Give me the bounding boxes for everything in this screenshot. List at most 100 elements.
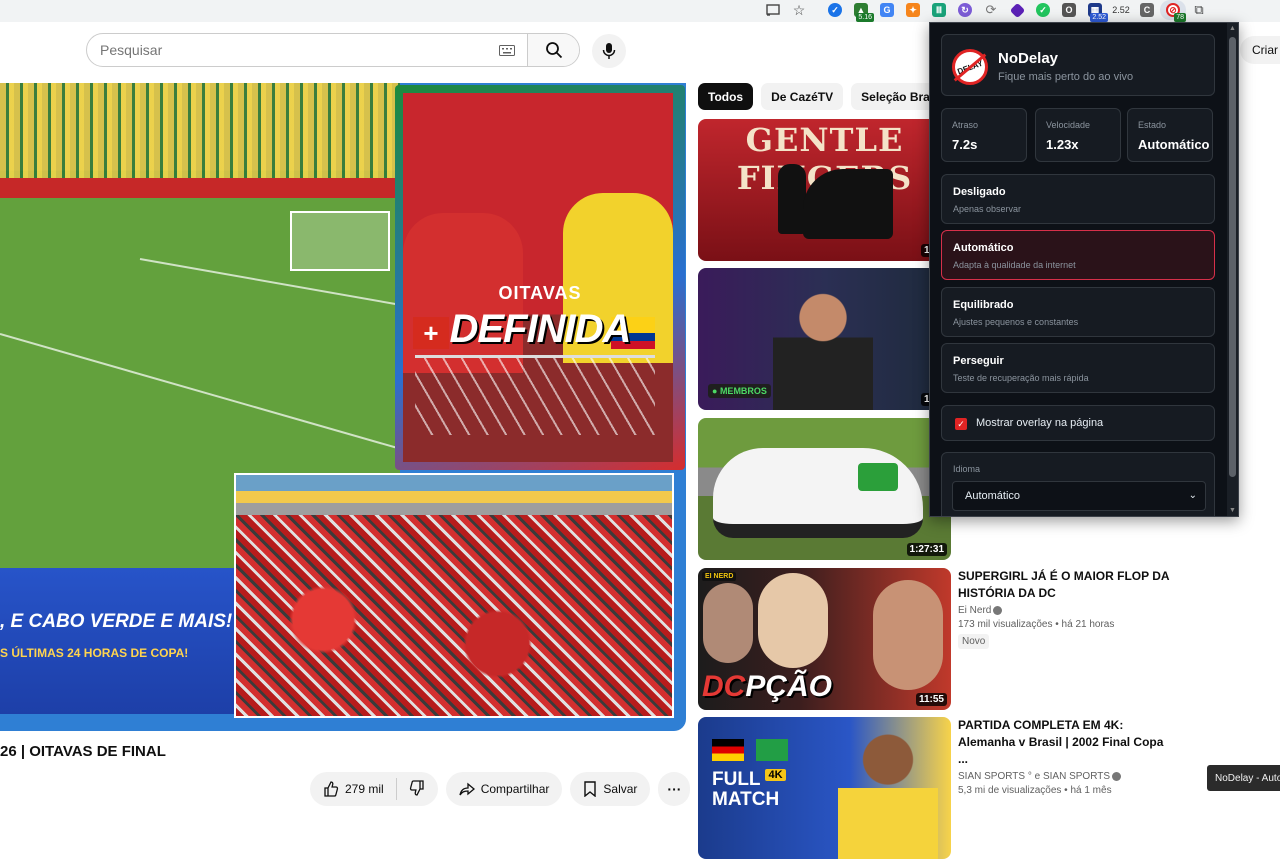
share-icon bbox=[459, 782, 475, 796]
ext-diamond-icon[interactable] bbox=[1004, 0, 1030, 20]
brazil-flag bbox=[756, 739, 788, 761]
chip-de-cazetv[interactable]: De CazéTV bbox=[761, 83, 844, 110]
nodelay-ext-icon[interactable]: ⊘ 78 bbox=[1160, 0, 1186, 22]
more-actions-button[interactable]: ··· bbox=[658, 772, 691, 806]
ext-teal-icon[interactable]: Ⅲ bbox=[926, 0, 952, 20]
mode-desc: Apenas observar bbox=[953, 204, 1022, 214]
mode-title: Automático bbox=[953, 242, 1014, 254]
mode-title: Equilibrado bbox=[953, 299, 1014, 311]
stat-label: Estado bbox=[1138, 120, 1167, 130]
stat-state: Estado Automático bbox=[1127, 108, 1213, 162]
germany-flag bbox=[712, 739, 744, 761]
bookmark-star-icon[interactable]: ☆ bbox=[786, 0, 812, 20]
verified-icon bbox=[1112, 771, 1122, 781]
video-title: 26 | OITAVAS DE FINAL bbox=[0, 743, 166, 760]
puzzle-icon[interactable]: ⧉ bbox=[1186, 0, 1212, 20]
ext-blue-icon[interactable]: ✓ bbox=[822, 0, 848, 20]
recommendation-thumbnail[interactable]: EI NERD DCPÇÃO 11:55 bbox=[698, 568, 951, 710]
stat-delay: Atraso 7.2s bbox=[941, 108, 1027, 162]
stat-value: 1.23x bbox=[1046, 137, 1079, 152]
language-value: Automático bbox=[965, 490, 1021, 502]
recommendation-thumbnail[interactable]: 1:27:31 bbox=[698, 418, 951, 560]
overlay-definida-text: DEFINIDA bbox=[449, 307, 632, 351]
overlay-checkbox[interactable]: ✓ bbox=[955, 418, 967, 430]
more-icon: ··· bbox=[667, 781, 682, 797]
popup-tagline: Fique mais perto do ao vivo bbox=[998, 71, 1134, 83]
ext-grey-icon[interactable]: O bbox=[1056, 0, 1082, 20]
language-select[interactable]: Automático ⌄ bbox=[952, 481, 1206, 511]
create-button[interactable]: Criar bbox=[1240, 36, 1280, 64]
extension-strip: ☆ ✓ ▲ 5.16 G ✦ Ⅲ ↻ ⟳ ✓ O ▦ 2.52 2.52 C ⊘ 78… bbox=[760, 0, 1212, 22]
recommendation-title[interactable]: PARTIDA COMPLETA EM 4K: Alemanha v Brasi… bbox=[958, 717, 1173, 768]
ext-check-icon[interactable]: ✓ bbox=[1030, 0, 1056, 20]
overlay-oitavas-text: OITAVAS bbox=[498, 283, 582, 303]
keyboard-icon[interactable] bbox=[487, 34, 527, 66]
metamask-icon[interactable]: ✦ bbox=[900, 0, 926, 20]
reload-ext-icon[interactable]: ⟳ bbox=[978, 0, 1004, 20]
thumb-text: DCPÇÃO bbox=[702, 670, 833, 703]
ext-c-icon[interactable]: C bbox=[1134, 0, 1160, 20]
mode-desc: Teste de recuperação mais rápida bbox=[953, 373, 1089, 383]
share-button[interactable]: Compartilhar bbox=[445, 772, 563, 806]
overlay-label: Mostrar overlay na página bbox=[976, 417, 1104, 429]
translate-icon[interactable]: G bbox=[874, 0, 900, 20]
overlay-toggle-row: ✓ Mostrar overlay na página bbox=[941, 405, 1215, 441]
video-crowd-scene bbox=[234, 473, 674, 718]
video-overlay-card: OITAVAS + DEFINIDA bbox=[395, 85, 685, 470]
video-stats: 5,3 mi de visualizações • há 1 mês bbox=[958, 785, 1112, 796]
thumbs-down-icon bbox=[409, 779, 424, 796]
voice-search-button[interactable] bbox=[592, 34, 626, 68]
video-player[interactable]: OITAVAS + DEFINIDA , E CABO VERDE E MAIS… bbox=[0, 83, 686, 731]
popup-title: NoDelay bbox=[998, 50, 1059, 67]
recommendation-thumbnail[interactable]: ● MEMBROS 1:29 bbox=[698, 268, 951, 410]
video-stats: 173 mil visualizações • há 21 horas bbox=[958, 619, 1115, 630]
search-input[interactable] bbox=[87, 34, 487, 66]
mode-equilibrado[interactable]: Equilibrado Ajustes pequenos e constante… bbox=[941, 287, 1215, 337]
channel-name[interactable]: Ei Nerd bbox=[958, 605, 1173, 616]
ext-blue-square-icon[interactable]: ▦ 2.52 bbox=[1082, 0, 1108, 22]
search-button[interactable] bbox=[527, 34, 579, 66]
save-button[interactable]: Salvar bbox=[570, 772, 651, 806]
extension-toolbar: ☆ ✓ ▲ 5.16 G ✦ Ⅲ ↻ ⟳ ✓ O ▦ 2.52 2.52 C ⊘ 78… bbox=[0, 0, 1280, 22]
stat-value: Automático bbox=[1138, 137, 1210, 152]
chip-todos[interactable]: Todos bbox=[698, 83, 754, 110]
chevron-down-icon: ⌄ bbox=[1188, 490, 1197, 501]
mode-desc: Adapta à qualidade da internet bbox=[953, 260, 1076, 270]
recommendation-item[interactable]: EI NERD DCPÇÃO 11:55 SUPERGIRL JÁ É O MA… bbox=[698, 568, 1258, 710]
scrollbar-thumb[interactable] bbox=[1229, 37, 1236, 477]
cast-icon[interactable] bbox=[760, 0, 786, 20]
filter-chips: Todos De CazéTV Seleção Brasile bbox=[698, 83, 960, 110]
channel-name[interactable]: SIAN SPORTS ° e SIAN SPORTS bbox=[958, 771, 1173, 782]
mode-perseguir[interactable]: Perseguir Teste de recuperação mais rápi… bbox=[941, 343, 1215, 393]
search-box bbox=[86, 33, 580, 67]
mode-automatico[interactable]: Automático Adapta à qualidade da interne… bbox=[941, 230, 1215, 280]
recommendation-title[interactable]: SUPERGIRL JÁ É O MAIOR FLOP DA HISTÓRIA … bbox=[958, 568, 1173, 602]
ext-speed-icon[interactable]: 2.52 bbox=[1108, 0, 1134, 20]
popup-scrollbar[interactable]: ▲ ▼ bbox=[1227, 23, 1238, 516]
ext-purple-icon[interactable]: ↻ bbox=[952, 0, 978, 20]
like-button[interactable]: 279 mil bbox=[323, 781, 384, 797]
create-label: Criar bbox=[1252, 43, 1278, 57]
toolbar-separator bbox=[812, 0, 822, 20]
recommendation-thumbnail[interactable]: FULL 4K MATCH bbox=[698, 717, 951, 859]
stat-speed: Velocidade 1.23x bbox=[1035, 108, 1121, 162]
language-section: Idioma Automático ⌄ bbox=[941, 452, 1215, 516]
dislike-button[interactable] bbox=[409, 779, 425, 799]
share-label: Compartilhar bbox=[480, 782, 550, 796]
bookmark-icon bbox=[584, 781, 597, 797]
save-label: Salvar bbox=[603, 782, 638, 796]
new-badge: Novo bbox=[958, 634, 990, 649]
microphone-icon bbox=[602, 43, 616, 59]
members-badge: ● MEMBROS bbox=[708, 384, 771, 398]
recommendation-thumbnail[interactable]: GENTLE FINGERS 1:33 bbox=[698, 119, 951, 261]
ei-nerd-logo: EI NERD bbox=[702, 572, 737, 581]
popup-header: DELAY NoDelay Fique mais perto do ao viv… bbox=[941, 34, 1215, 96]
mode-desligado[interactable]: Desligado Apenas observar bbox=[941, 174, 1215, 224]
mode-title: Perseguir bbox=[953, 355, 1004, 367]
like-count: 279 mil bbox=[345, 782, 384, 796]
recommendation-meta: SUPERGIRL JÁ É O MAIOR FLOP DA HISTÓRIA … bbox=[958, 568, 1173, 649]
video-banner: , E CABO VERDE E MAIS! S ÚLTIMAS 24 HORA… bbox=[0, 568, 234, 714]
recommendation-item[interactable]: FULL 4K MATCH PARTIDA COMPLETA EM 4K: Al… bbox=[698, 717, 1258, 859]
duration-badge: 1:27:31 bbox=[906, 543, 947, 556]
ext-green-icon[interactable]: ▲ 5.16 bbox=[848, 0, 874, 22]
